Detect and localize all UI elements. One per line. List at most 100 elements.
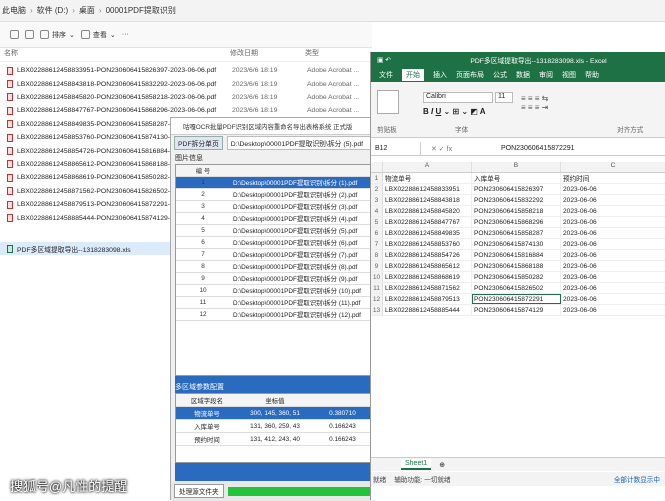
cell[interactable]: PON230606415850282 — [472, 272, 561, 282]
breadcrumb-3[interactable]: 00001PDF提取识别 — [106, 5, 176, 16]
cell[interactable]: PON230606415874129 — [472, 305, 561, 315]
file-row[interactable]: LBX02288612458847767-PON230606415868296-… — [0, 104, 372, 117]
image-row[interactable]: 1 D:\Desktop\00001PDF提取识别\拆分 (1).pdf — [176, 177, 373, 189]
file-row[interactable]: LBX02288612458833951-PON230606415826397-… — [0, 64, 372, 77]
cell[interactable]: PON230606415868188 — [472, 261, 561, 271]
cell[interactable]: LBX02288612458833951 — [383, 184, 472, 194]
cell[interactable]: LBX02288612458885444 — [383, 305, 472, 315]
formula-bar[interactable]: PON230606415872291 — [501, 145, 575, 152]
cell[interactable]: 2023-06-06 — [561, 217, 665, 227]
pdf-split-button[interactable]: PDF拆分单页 — [174, 136, 223, 150]
image-row[interactable]: 9 D:\Desktop\00001PDF提取识别\拆分 (9).pdf — [176, 273, 373, 285]
row-number[interactable]: 6 — [371, 228, 383, 238]
ribbon-tab[interactable]: 插入 — [433, 70, 447, 80]
ribbon-tab[interactable]: 页面布局 — [456, 70, 484, 80]
cell[interactable]: 2023-06-06 — [561, 206, 665, 216]
ribbon-tab[interactable]: 开始 — [402, 69, 424, 81]
sheet-tab[interactable]: Sheet1 — [401, 459, 432, 470]
cell[interactable]: 物流单号 — [383, 173, 472, 183]
ribbon-tab[interactable]: 视图 — [562, 70, 576, 80]
name-box[interactable]: B12 — [371, 142, 421, 155]
ribbon-tab[interactable]: 文件 — [379, 70, 393, 80]
cell[interactable]: LBX02288612458879513 — [383, 294, 472, 304]
row-number[interactable]: 7 — [371, 239, 383, 249]
breadcrumb-1[interactable]: 软件 (D:) — [37, 5, 69, 16]
delete-icon[interactable] — [25, 30, 34, 39]
cell[interactable]: 2023-06-06 — [561, 272, 665, 282]
col-type[interactable]: 类型 — [301, 48, 319, 61]
image-row[interactable]: 2 D:\Desktop\00001PDF提取识别\拆分 (2).pdf — [176, 189, 373, 201]
breadcrumb-0[interactable]: 此电脑 — [2, 5, 26, 16]
image-row[interactable]: 11 D:\Desktop\00001PDF提取识别\拆分 (11).pdf — [176, 297, 373, 309]
cell[interactable]: PON230606415858287 — [472, 228, 561, 238]
bold-button[interactable]: B I U ⌄ ⊞ ⌄ ◩ A — [423, 107, 486, 116]
col-date[interactable]: 修改日期 — [226, 48, 301, 61]
row-number[interactable]: 10 — [371, 272, 383, 282]
cell[interactable]: LBX02288612458868619 — [383, 272, 472, 282]
file-row[interactable]: LBX02288612458845820-PON230606415858218-… — [0, 91, 372, 104]
font-name-field[interactable]: Calibri — [423, 92, 493, 103]
col-b[interactable]: B — [472, 162, 561, 172]
cell[interactable]: 2023-06-06 — [561, 261, 665, 271]
add-sheet-icon[interactable]: ⊕ — [439, 461, 445, 469]
cell[interactable]: PON230606415874130 — [472, 239, 561, 249]
address-bar[interactable]: 此电脑 › 软件 (D:) › 桌面 › 00001PDF提取识别 — [0, 0, 665, 22]
sort-button[interactable]: 排序 ⌄ — [40, 30, 75, 40]
col-name[interactable]: 名称 — [0, 48, 226, 61]
ribbon-tab[interactable]: 帮助 — [585, 70, 599, 80]
file-row[interactable]: LBX02288612458843818-PON230606415832292-… — [0, 77, 372, 90]
view-button[interactable]: 查看 ⌄ — [80, 30, 116, 40]
image-row[interactable]: 5 D:\Desktop\00001PDF提取识别\拆分 (5).pdf — [176, 225, 373, 237]
row-number[interactable]: 5 — [371, 217, 383, 227]
cell[interactable]: PON230606415816884 — [472, 250, 561, 260]
image-row[interactable]: 8 D:\Desktop\00001PDF提取识别\拆分 (8).pdf — [176, 261, 373, 273]
cell[interactable]: LBX02288612458854726 — [383, 250, 472, 260]
cell[interactable]: 2023-06-06 — [561, 228, 665, 238]
cell[interactable]: PON230606415858218 — [472, 206, 561, 216]
image-row[interactable]: 10 D:\Desktop\00001PDF提取识别\拆分 (10).pdf — [176, 285, 373, 297]
process-folder-button[interactable]: 处理源文件夹 — [174, 484, 224, 498]
cell[interactable]: 2023-06-06 — [561, 294, 665, 304]
cell[interactable]: LBX02288612458847767 — [383, 217, 472, 227]
row-number[interactable]: 2 — [371, 184, 383, 194]
cell[interactable]: 2023-06-06 — [561, 250, 665, 260]
cell[interactable]: PON230606415872291 — [472, 294, 561, 304]
row-number[interactable]: 3 — [371, 195, 383, 205]
region-row[interactable]: 物流单号 300, 145, 360, 51 0.380710 — [176, 407, 373, 420]
cell[interactable]: PON230606415826397 — [472, 184, 561, 194]
cell[interactable]: 入库单号 — [472, 173, 561, 183]
row-number[interactable]: 4 — [371, 206, 383, 216]
cell[interactable]: 预约时间 — [561, 173, 665, 183]
row-number[interactable]: 13 — [371, 305, 383, 315]
cell[interactable]: LBX02288612458845820 — [383, 206, 472, 216]
paste-icon[interactable] — [377, 90, 399, 114]
col-c[interactable]: C — [561, 162, 665, 172]
cell[interactable]: LBX02288612458843818 — [383, 195, 472, 205]
cell[interactable]: PON230606415826502 — [472, 283, 561, 293]
row-number[interactable]: 8 — [371, 250, 383, 260]
cell[interactable]: PON230606415868296 — [472, 217, 561, 227]
row-number[interactable]: 1 — [371, 173, 383, 183]
image-row[interactable]: 3 D:\Desktop\00001PDF提取识别\拆分 (3).pdf — [176, 201, 373, 213]
cell[interactable]: LBX02288612458853760 — [383, 239, 472, 249]
image-row[interactable]: 12 D:\Desktop\00001PDF提取识别\拆分 (12).pdf — [176, 309, 373, 321]
cell[interactable]: 2023-06-06 — [561, 283, 665, 293]
cell[interactable]: LBX02288612458849835 — [383, 228, 472, 238]
cell[interactable]: LBX02288612458871562 — [383, 283, 472, 293]
image-row[interactable]: 6 D:\Desktop\00001PDF提取识别\拆分 (6).pdf — [176, 237, 373, 249]
ribbon-tab[interactable]: 数据 — [516, 70, 530, 80]
cell[interactable]: 2023-06-06 — [561, 239, 665, 249]
cell[interactable]: 2023-06-06 — [561, 305, 665, 315]
breadcrumb-2[interactable]: 桌面 — [79, 5, 95, 16]
align-buttons[interactable]: ≡ ≡ ≡ ⇆ ≡ ≡ ≡ ⇥ — [521, 94, 548, 112]
cell[interactable]: 2023-06-06 — [561, 184, 665, 194]
more-icon[interactable]: ··· — [122, 31, 129, 38]
cell[interactable]: PON230606415832292 — [472, 195, 561, 205]
row-number[interactable]: 12 — [371, 294, 383, 304]
cell[interactable]: LBX02288612458865612 — [383, 261, 472, 271]
cell[interactable]: 2023-06-06 — [561, 195, 665, 205]
ribbon-tab[interactable]: 审阅 — [539, 70, 553, 80]
path-field[interactable]: D:\Desktop\00001PDF提取识别\拆分 (5).pdf — [226, 136, 376, 150]
image-row[interactable]: 7 D:\Desktop\00001PDF提取识别\拆分 (7).pdf — [176, 249, 373, 261]
share-icon[interactable] — [10, 30, 19, 39]
